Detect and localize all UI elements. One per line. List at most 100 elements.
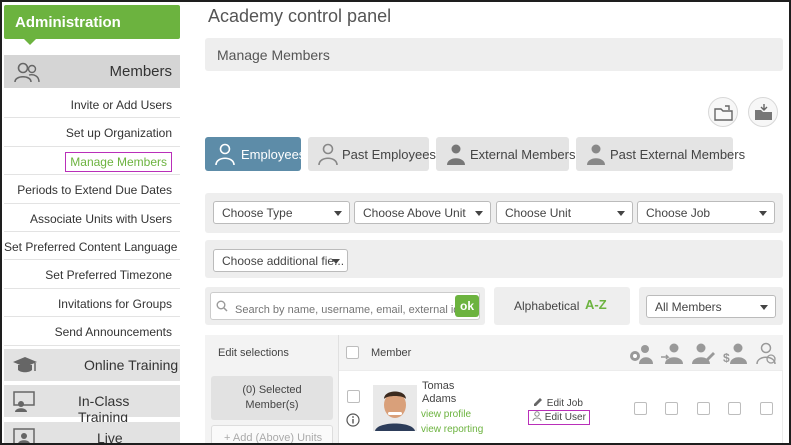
additional-field-select[interactable]: Choose additional fie... xyxy=(213,249,348,272)
external-member-icon xyxy=(447,144,465,165)
presentation-icon xyxy=(13,428,35,443)
row-action-checkbox-1[interactable] xyxy=(634,402,647,415)
graduation-cap-icon xyxy=(13,357,37,373)
sidebar-item-label: Set Preferred Content Language xyxy=(4,239,178,254)
job-select[interactable]: Choose Job xyxy=(637,201,775,224)
search-input[interactable] xyxy=(210,292,480,320)
row-action-checkbox-5[interactable] xyxy=(760,402,773,415)
row-action-checkbox-2[interactable] xyxy=(665,402,678,415)
select-value: Choose Above Unit xyxy=(363,206,466,220)
search-ok-button[interactable]: ok xyxy=(455,295,479,317)
row-checkbox[interactable] xyxy=(347,390,360,403)
sidebar-section-members[interactable]: Members xyxy=(4,55,180,88)
past-external-member-icon xyxy=(587,144,605,165)
type-select[interactable]: Choose Type xyxy=(213,201,350,224)
tab-label: Employees xyxy=(241,147,306,162)
sort-toggle[interactable]: Alphabetical A-Z xyxy=(494,287,630,325)
row-action-checkbox-4[interactable] xyxy=(728,402,741,415)
page-title: Academy control panel xyxy=(208,6,392,26)
selected-suffix: Member(s) xyxy=(245,399,299,411)
select-value: Choose additional fie... xyxy=(222,254,345,268)
tab-employees[interactable]: Employees xyxy=(205,137,305,171)
sidebar-item-label: Set up Organization xyxy=(65,126,172,141)
sidebar-section-label: Live Sessions xyxy=(97,430,123,445)
caret-down-icon xyxy=(475,211,483,216)
add-units-button[interactable]: + Add (Above) Units xyxy=(211,425,333,443)
caret-down-icon xyxy=(759,211,767,216)
caret-down-icon xyxy=(334,211,342,216)
above-unit-select[interactable]: Choose Above Unit xyxy=(354,201,491,224)
members-icon xyxy=(14,62,40,83)
assign-user-icon[interactable] xyxy=(660,341,686,365)
member-last-name: Adams xyxy=(422,393,457,405)
info-icon[interactable] xyxy=(346,413,360,427)
sidebar-item-announcements[interactable]: Send Announcements xyxy=(4,317,180,346)
sidebar-header-administration[interactable]: Administration xyxy=(4,5,180,39)
sidebar-item-content-language[interactable]: Set Preferred Content Language xyxy=(4,232,180,261)
tab-past-employees[interactable]: Past Employees xyxy=(308,137,436,171)
unit-select[interactable]: Choose Unit xyxy=(496,201,633,224)
edit-user-link[interactable]: Edit User xyxy=(528,410,590,425)
caret-down-icon xyxy=(617,211,625,216)
edit-job-label: Edit Job xyxy=(546,398,583,409)
sidebar: Administration Members Invite or Add Use… xyxy=(4,4,180,445)
view-reporting-link[interactable]: view reporting xyxy=(421,424,483,435)
remove-user-icon[interactable] xyxy=(754,341,780,365)
member-first-name: Tomas xyxy=(422,380,455,392)
members-submenu: Invite or Add Users Set up Organization … xyxy=(4,90,180,346)
sidebar-item-timezone[interactable]: Set Preferred Timezone xyxy=(4,260,180,289)
edit-selections-panel: Edit selections (0) Selected Member(s) +… xyxy=(205,335,339,443)
sidebar-header-label: Administration xyxy=(15,14,121,31)
sidebar-section-in-class-training[interactable]: In-Class Training xyxy=(4,385,180,425)
settings-user-icon[interactable] xyxy=(628,341,654,365)
search-icon xyxy=(216,300,228,312)
sidebar-item-manage-members[interactable]: Manage Members xyxy=(4,147,180,176)
sidebar-item-setup-organization[interactable]: Set up Organization xyxy=(4,118,180,147)
members-filter-select[interactable]: All Members xyxy=(646,295,776,318)
app-frame: Administration Members Invite or Add Use… xyxy=(0,0,791,445)
sidebar-item-invite-users[interactable]: Invite or Add Users xyxy=(4,90,180,119)
sidebar-section-online-training[interactable]: Online Training xyxy=(4,349,180,381)
row-action-checkbox-3[interactable] xyxy=(697,402,710,415)
sidebar-item-extend-due-dates[interactable]: Periods to Extend Due Dates xyxy=(4,175,180,204)
page-subtitle: Manage Members xyxy=(217,47,330,63)
past-employee-icon xyxy=(318,143,338,166)
sidebar-item-label: Set Preferred Timezone xyxy=(45,268,172,283)
sidebar-section-live-sessions[interactable]: Live Sessions xyxy=(4,422,180,445)
sidebar-item-label: Invitations for Groups xyxy=(57,296,172,311)
tab-label: External Members xyxy=(470,147,576,162)
employee-icon xyxy=(215,143,235,166)
select-value: All Members xyxy=(655,300,722,314)
sidebar-item-label: Periods to Extend Due Dates xyxy=(17,183,172,198)
sidebar-item-associate-units[interactable]: Associate Units with Users xyxy=(4,204,180,232)
tab-label: Past Employees xyxy=(342,147,436,162)
tab-past-external-members[interactable]: Past External Members xyxy=(576,137,745,171)
edit-user-icon[interactable] xyxy=(690,341,716,365)
sidebar-item-group-invitations[interactable]: Invitations for Groups xyxy=(4,289,180,318)
members-filter-container: All Members xyxy=(639,287,783,325)
member-column-header: Member xyxy=(371,347,412,359)
import-button[interactable] xyxy=(708,97,738,127)
member-avatar[interactable] xyxy=(373,385,417,431)
selected-count: (0) Selected xyxy=(242,384,302,396)
tab-external-members[interactable]: External Members xyxy=(436,137,575,171)
caret-down-icon xyxy=(332,259,340,264)
edit-user-label: Edit User xyxy=(544,412,586,423)
page-subtitle-bar: Manage Members xyxy=(205,38,783,71)
export-button[interactable] xyxy=(748,97,778,127)
edit-job-link[interactable]: Edit Job xyxy=(533,396,583,409)
sidebar-section-members-label: Members xyxy=(109,63,172,80)
view-profile-link[interactable]: view profile xyxy=(421,409,471,420)
sidebar-section-label: Online Training xyxy=(84,357,179,373)
classroom-icon xyxy=(13,391,35,412)
header-notch xyxy=(24,39,36,45)
folder-open-icon xyxy=(714,105,733,121)
select-all-checkbox[interactable] xyxy=(346,346,359,359)
sidebar-item-label: Manage Members xyxy=(65,151,172,172)
svg-text:$: $ xyxy=(723,351,730,365)
select-value: Choose Type xyxy=(222,206,293,220)
sort-az-icon: A-Z xyxy=(585,297,607,312)
sidebar-section-label: In-Class Training xyxy=(78,393,130,425)
edit-user-highlight: Edit User xyxy=(528,410,590,425)
money-user-icon[interactable]: $ xyxy=(722,341,748,365)
